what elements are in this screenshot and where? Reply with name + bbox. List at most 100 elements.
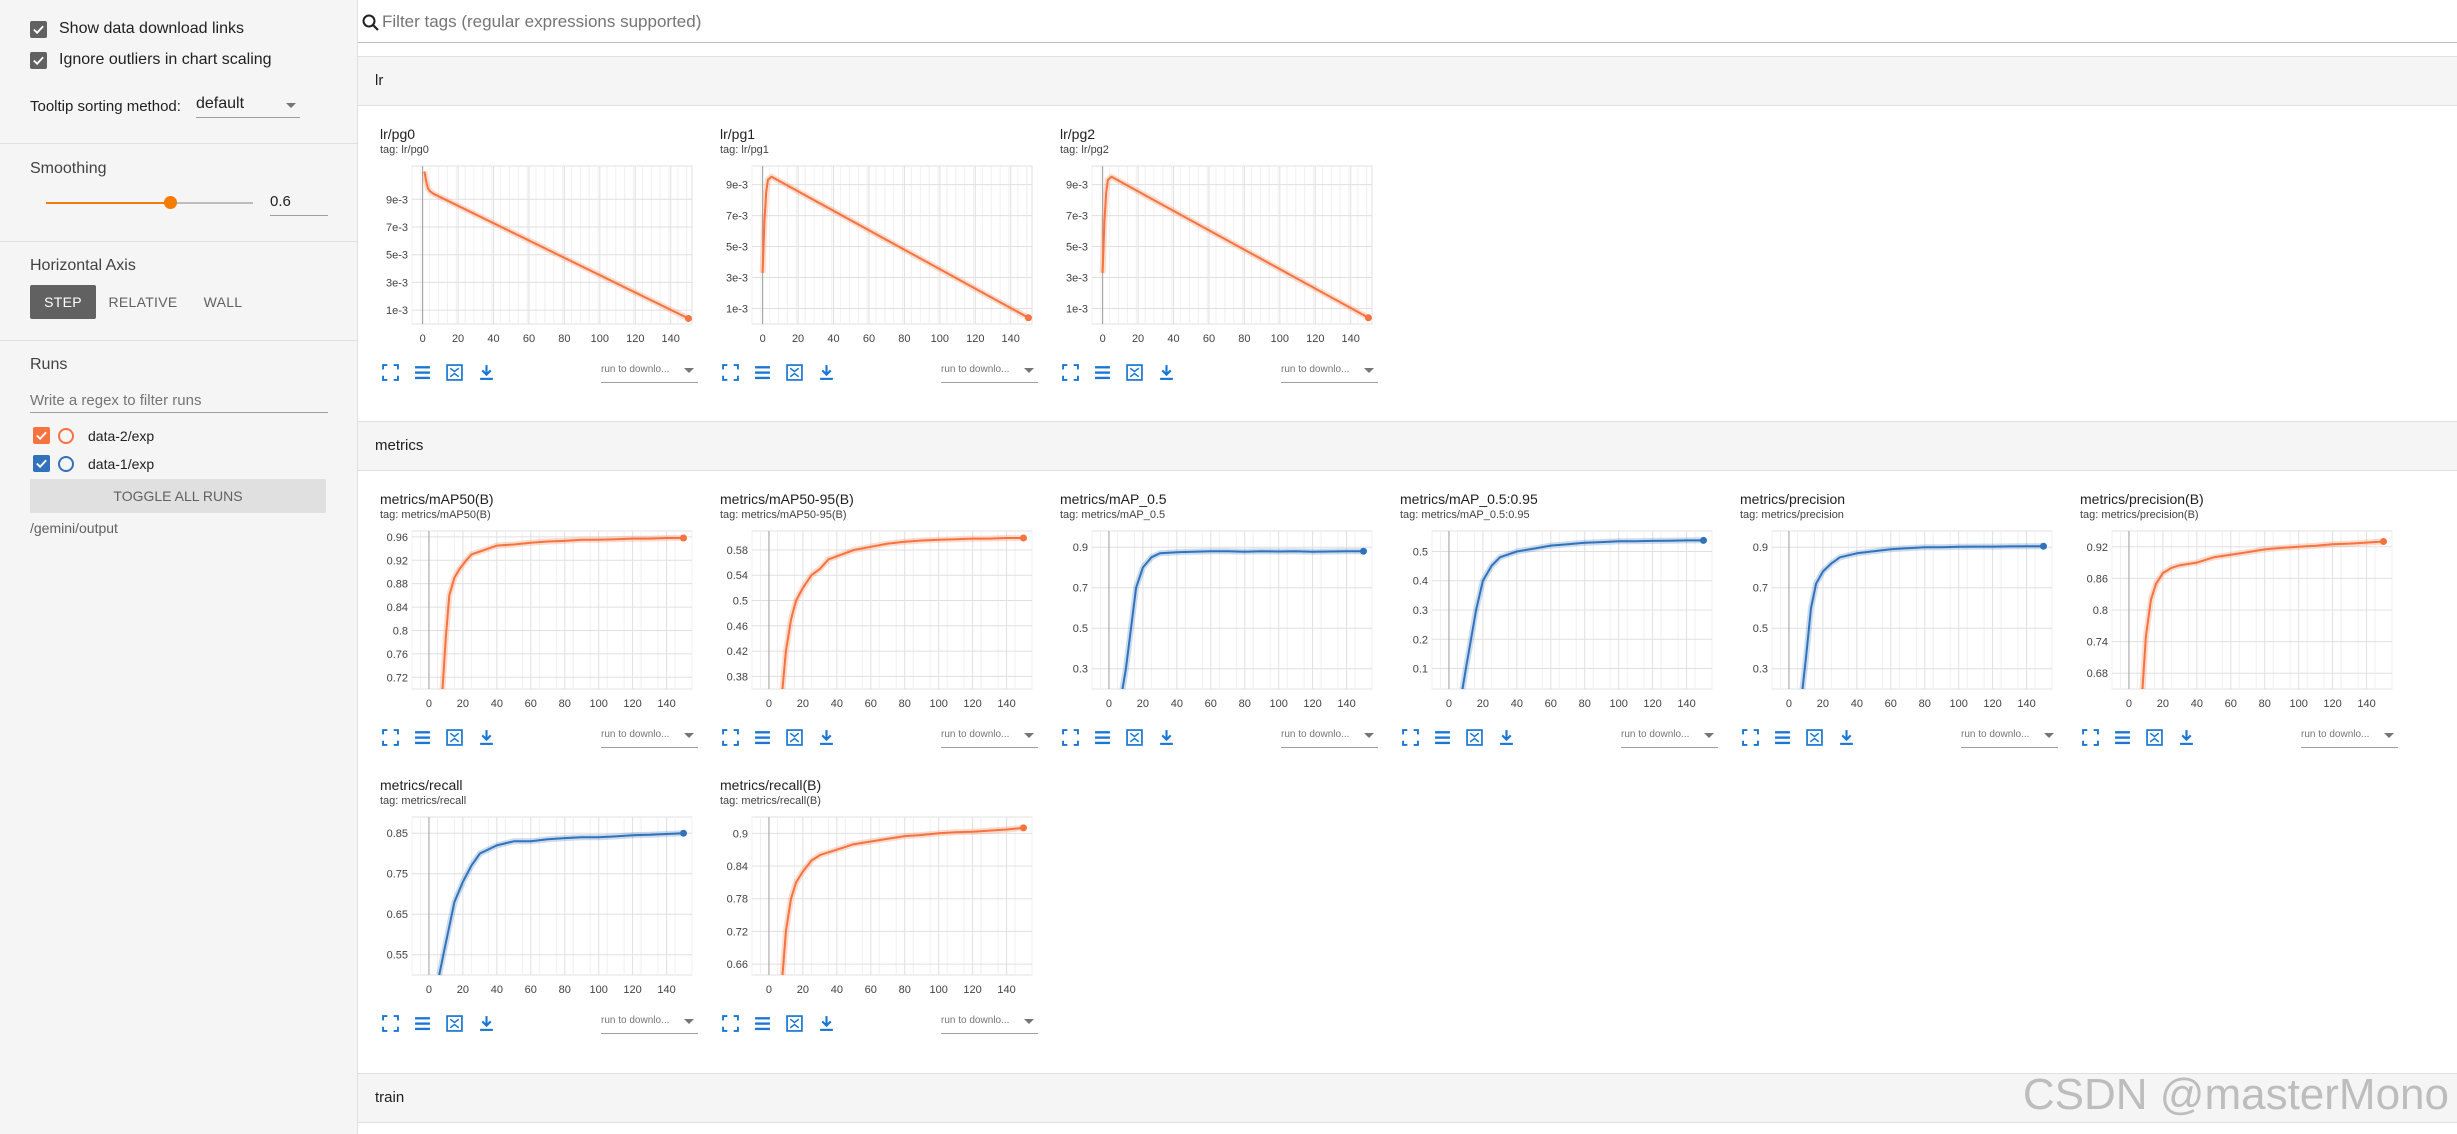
chart-plot[interactable]: 0 20 40 60 80 100 120 140 0.9 0.7 0.5 0.3 [1058,525,1382,715]
x-tick-label: 20 [1132,333,1144,345]
download-icon[interactable] [478,1015,495,1032]
chart-plot[interactable]: 0 20 40 60 80 100 120 140 9e-3 7e-3 5e-3 3e-3 1e-3 [378,160,702,350]
run-row-data-2[interactable]: data-2/exp [33,427,154,444]
fit-domain-icon[interactable] [2146,729,2163,746]
list-icon[interactable] [1434,729,1451,746]
chart-plot[interactable]: 0 20 40 60 80 100 120 140 0.9 0.7 0.5 0.3 [1738,525,2062,715]
fit-domain-icon[interactable] [1466,729,1483,746]
download-icon[interactable] [1158,364,1175,381]
smoothing-input[interactable]: 0.6 [270,193,328,216]
checkbox-checked-icon[interactable] [30,51,47,69]
fit-domain-icon[interactable] [786,364,803,381]
chart-plot[interactable]: 0 20 40 60 80 100 120 140 9e-3 7e-3 5e-3 3e-3 1e-3 [1058,160,1382,350]
smoothing-slider[interactable] [46,196,253,209]
fullscreen-icon[interactable] [1742,729,1759,746]
run-download-select[interactable]: run to downlo... [601,364,698,383]
run-download-select[interactable]: run to downlo... [601,1015,698,1034]
fullscreen-icon[interactable] [722,364,739,381]
tooltip-sorting-select[interactable]: default [196,95,300,118]
smoothing-slider-thumb[interactable] [164,196,177,209]
series-end-point [1024,314,1032,322]
fullscreen-icon[interactable] [1062,364,1079,381]
download-icon[interactable] [1838,729,1855,746]
download-icon[interactable] [2178,729,2195,746]
download-icon[interactable] [818,364,835,381]
show-download-links-checkbox[interactable]: Show data download links [30,20,244,38]
download-icon[interactable] [478,729,495,746]
list-icon[interactable] [414,364,431,381]
list-icon[interactable] [2114,729,2131,746]
chart-title: lr/pg2 [1060,126,1096,142]
list-icon[interactable] [1094,729,1111,746]
chart-plot[interactable]: 0 20 40 60 80 100 120 140 0.96 0.92 0.88 0.84 0.8 0.7… [378,525,702,715]
run-color-circle-icon[interactable] [58,455,74,472]
y-tick-label: 0.86 [2087,573,2108,585]
fit-domain-icon[interactable] [786,1015,803,1032]
run-download-select[interactable]: run to downlo... [1621,729,1718,748]
run-download-select[interactable]: run to downlo... [1281,364,1378,383]
run-download-select-label: run to downlo... [2301,729,2370,740]
run-checkbox-icon[interactable] [33,455,50,472]
checkbox-checked-icon[interactable] [30,20,47,38]
run-download-select[interactable]: run to downlo... [601,729,698,748]
fullscreen-icon[interactable] [382,1015,399,1032]
run-download-select[interactable]: run to downlo... [941,729,1038,748]
list-icon[interactable] [1774,729,1791,746]
divider [0,340,357,341]
fullscreen-icon[interactable] [382,729,399,746]
toggle-all-runs-button[interactable]: TOGGLE ALL RUNS [30,479,326,513]
run-download-select[interactable]: run to downlo... [1281,729,1378,748]
run-download-select[interactable]: run to downlo... [1961,729,2058,748]
fit-domain-icon[interactable] [1806,729,1823,746]
tag-filter-input[interactable] [382,10,1982,34]
fullscreen-icon[interactable] [382,364,399,381]
runs-filter-input[interactable] [30,388,328,413]
run-download-select[interactable]: run to downlo... [2301,729,2398,748]
axis-step-button[interactable]: STEP [30,285,96,319]
list-icon[interactable] [414,1015,431,1032]
download-icon[interactable] [478,364,495,381]
ignore-outliers-checkbox[interactable]: Ignore outliers in chart scaling [30,51,272,69]
download-icon[interactable] [818,1015,835,1032]
chart-toolbar [382,729,510,746]
chart-plot[interactable]: 0 20 40 60 80 100 120 140 0.85 0.75 0.65 0.55 [378,811,702,1001]
chart-plot[interactable]: 0 20 40 60 80 100 120 140 9e-3 7e-3 5e-3 3e-3 1e-3 [718,160,1042,350]
download-icon[interactable] [818,729,835,746]
fit-domain-icon[interactable] [786,729,803,746]
tag-filter-bar[interactable] [358,0,2457,43]
fullscreen-icon[interactable] [722,1015,739,1032]
download-icon[interactable] [1158,729,1175,746]
run-download-select[interactable]: run to downlo... [941,1015,1038,1034]
chart-plot[interactable]: 0 20 40 60 80 100 120 140 0.58 0.54 0.5 0.46 0.42 0.3… [718,525,1042,715]
fit-domain-icon[interactable] [446,1015,463,1032]
y-tick-label: 0.3 [1413,605,1428,617]
fit-domain-icon[interactable] [446,729,463,746]
list-icon[interactable] [1094,364,1111,381]
list-icon[interactable] [754,364,771,381]
group-header-metrics[interactable] [358,421,2457,471]
chart-toolbar [1402,729,1530,746]
fullscreen-icon[interactable] [1402,729,1419,746]
list-icon[interactable] [754,729,771,746]
fullscreen-icon[interactable] [2082,729,2099,746]
fit-domain-icon[interactable] [1126,729,1143,746]
fullscreen-icon[interactable] [1062,729,1079,746]
group-header-lr[interactable] [358,56,2457,106]
run-row-data-1[interactable]: data-1/exp [33,455,154,472]
axis-wall-button[interactable]: WALL [190,285,256,319]
run-color-circle-icon[interactable] [58,427,74,444]
y-tick-label: 9e-3 [386,194,408,206]
chart-plot[interactable]: 0 20 40 60 80 100 120 140 0.5 0.4 0.3 0.2 0.1 [1398,525,1722,715]
list-icon[interactable] [754,1015,771,1032]
download-icon[interactable] [1498,729,1515,746]
axis-relative-button[interactable]: RELATIVE [105,285,181,319]
list-icon[interactable] [414,729,431,746]
chart-plot[interactable]: 0 20 40 60 80 100 120 140 0.9 0.84 0.78 0.72 0.66 [718,811,1042,1001]
run-checkbox-icon[interactable] [33,427,50,444]
run-download-select[interactable]: run to downlo... [941,364,1038,383]
fullscreen-icon[interactable] [722,729,739,746]
fit-domain-icon[interactable] [446,364,463,381]
y-tick-label: 0.3 [1073,664,1088,676]
fit-domain-icon[interactable] [1126,364,1143,381]
chart-plot[interactable]: 0 20 40 60 80 100 120 140 0.92 0.86 0.8 0.74 0.68 [2078,525,2402,715]
